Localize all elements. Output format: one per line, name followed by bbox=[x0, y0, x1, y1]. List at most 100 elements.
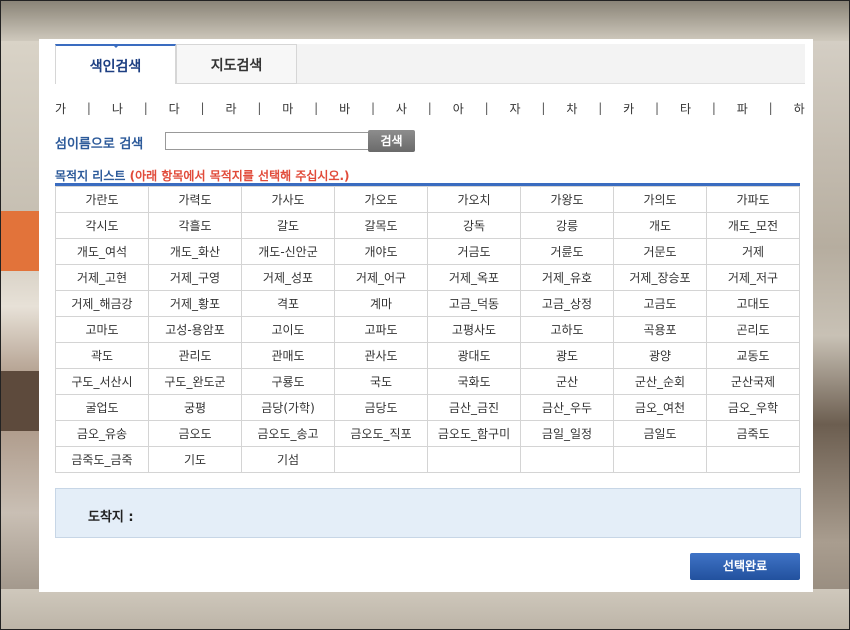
destination-item[interactable]: 금당(가학) bbox=[241, 394, 335, 421]
destination-item[interactable]: 개도_여석 bbox=[55, 238, 149, 265]
destination-item[interactable]: 국도 bbox=[334, 368, 428, 395]
destination-item[interactable]: 가사도 bbox=[241, 186, 335, 213]
destination-item[interactable]: 거금도 bbox=[427, 238, 521, 265]
index-letter[interactable]: 카 bbox=[623, 100, 634, 117]
destination-item[interactable]: 군산_순회 bbox=[613, 368, 707, 395]
destination-item[interactable]: 금오_유송 bbox=[55, 420, 149, 447]
destination-item[interactable]: 구도_완도군 bbox=[148, 368, 242, 395]
destination-item[interactable]: 거제_해금강 bbox=[55, 290, 149, 317]
destination-item[interactable]: 거제_장승포 bbox=[613, 264, 707, 291]
index-letter[interactable]: 하 bbox=[794, 100, 805, 117]
destination-item[interactable]: 고하도 bbox=[520, 316, 614, 343]
destination-item[interactable]: 고금_덕동 bbox=[427, 290, 521, 317]
destination-item[interactable]: 가력도 bbox=[148, 186, 242, 213]
destination-item[interactable]: 고마도 bbox=[55, 316, 149, 343]
destination-item[interactable]: 거제 bbox=[706, 238, 800, 265]
destination-item[interactable]: 거륜도 bbox=[520, 238, 614, 265]
destination-item[interactable]: 고대도 bbox=[706, 290, 800, 317]
destination-item[interactable]: 고이도 bbox=[241, 316, 335, 343]
destination-item[interactable]: 광도 bbox=[520, 342, 614, 369]
index-letter[interactable]: 가 bbox=[55, 100, 66, 117]
destination-item[interactable]: 금일_일정 bbox=[520, 420, 614, 447]
destination-item[interactable]: 격포 bbox=[241, 290, 335, 317]
destination-item[interactable]: 금오_여천 bbox=[613, 394, 707, 421]
destination-item[interactable]: 고파도 bbox=[334, 316, 428, 343]
destination-item[interactable]: 강릉 bbox=[520, 212, 614, 239]
index-letter[interactable]: 라 bbox=[225, 100, 236, 117]
destination-item[interactable]: 강독 bbox=[427, 212, 521, 239]
name-search-button[interactable]: 검색 bbox=[368, 130, 415, 152]
destination-item[interactable]: 곡용포 bbox=[613, 316, 707, 343]
destination-item[interactable]: 금산_우두 bbox=[520, 394, 614, 421]
destination-item[interactable]: 교동도 bbox=[706, 342, 800, 369]
destination-item[interactable]: 구룡도 bbox=[241, 368, 335, 395]
destination-item[interactable]: 금오도_직포 bbox=[334, 420, 428, 447]
destination-item[interactable]: 고금_상정 bbox=[520, 290, 614, 317]
destination-item[interactable]: 개도_화산 bbox=[148, 238, 242, 265]
destination-item[interactable]: 구도_서산시 bbox=[55, 368, 149, 395]
destination-item[interactable]: 굴업도 bbox=[55, 394, 149, 421]
destination-item[interactable]: 가란도 bbox=[55, 186, 149, 213]
destination-item[interactable]: 거제_어구 bbox=[334, 264, 428, 291]
destination-item[interactable]: 가왕도 bbox=[520, 186, 614, 213]
destination-item[interactable]: 거제_저구 bbox=[706, 264, 800, 291]
index-letter[interactable]: 아 bbox=[453, 100, 464, 117]
destination-item[interactable]: 금오도_함구미 bbox=[427, 420, 521, 447]
destination-item[interactable]: 가오도 bbox=[334, 186, 428, 213]
selection-complete-button[interactable]: 선택완료 bbox=[690, 553, 800, 580]
destination-item[interactable]: 거제_성포 bbox=[241, 264, 335, 291]
index-letter[interactable]: 자 bbox=[510, 100, 521, 117]
destination-item[interactable]: 군산국제 bbox=[706, 368, 800, 395]
destination-item[interactable]: 가파도 bbox=[706, 186, 800, 213]
destination-item[interactable]: 거제_구영 bbox=[148, 264, 242, 291]
destination-item[interactable]: 가의도 bbox=[613, 186, 707, 213]
index-letter[interactable]: 차 bbox=[566, 100, 577, 117]
destination-item[interactable]: 가오치 bbox=[427, 186, 521, 213]
index-letter[interactable]: 파 bbox=[737, 100, 748, 117]
destination-item[interactable]: 군산 bbox=[520, 368, 614, 395]
destination-item[interactable]: 궁평 bbox=[148, 394, 242, 421]
destination-item[interactable]: 관사도 bbox=[334, 342, 428, 369]
destination-item[interactable]: 고평사도 bbox=[427, 316, 521, 343]
destination-item[interactable]: 각흘도 bbox=[148, 212, 242, 239]
destination-item[interactable]: 관매도 bbox=[241, 342, 335, 369]
destination-item[interactable]: 거제_옥포 bbox=[427, 264, 521, 291]
destination-item[interactable]: 곽도 bbox=[55, 342, 149, 369]
destination-item[interactable]: 거문도 bbox=[613, 238, 707, 265]
destination-item[interactable]: 국화도 bbox=[427, 368, 521, 395]
destination-item[interactable]: 광양 bbox=[613, 342, 707, 369]
destination-item[interactable]: 거제_황포 bbox=[148, 290, 242, 317]
destination-item[interactable]: 개도_모전 bbox=[706, 212, 800, 239]
index-letter[interactable]: 타 bbox=[680, 100, 691, 117]
tab-index-search[interactable]: 색인검색 bbox=[55, 44, 176, 84]
index-letter[interactable]: 다 bbox=[169, 100, 180, 117]
index-letter[interactable]: 마 bbox=[282, 100, 293, 117]
index-letter[interactable]: 나 bbox=[112, 100, 123, 117]
destination-item[interactable]: 곤리도 bbox=[706, 316, 800, 343]
destination-item[interactable]: 거제_유호 bbox=[520, 264, 614, 291]
destination-item[interactable]: 개야도 bbox=[334, 238, 428, 265]
destination-item[interactable]: 고성-용암포 bbox=[148, 316, 242, 343]
destination-item[interactable]: 금산_금진 bbox=[427, 394, 521, 421]
index-letter[interactable]: 바 bbox=[339, 100, 350, 117]
destination-item[interactable]: 개도 bbox=[613, 212, 707, 239]
destination-item[interactable]: 금오_우학 bbox=[706, 394, 800, 421]
destination-item[interactable]: 금죽도 bbox=[706, 420, 800, 447]
destination-item[interactable]: 기섬 bbox=[241, 446, 335, 473]
tab-map-search[interactable]: 지도검색 bbox=[176, 44, 297, 84]
destination-item[interactable]: 기도 bbox=[148, 446, 242, 473]
destination-item[interactable]: 갈도 bbox=[241, 212, 335, 239]
destination-item[interactable]: 광대도 bbox=[427, 342, 521, 369]
destination-item[interactable]: 금죽도_금죽 bbox=[55, 446, 149, 473]
destination-item[interactable]: 개도-신안군 bbox=[241, 238, 335, 265]
destination-item[interactable]: 거제_고현 bbox=[55, 264, 149, 291]
destination-item[interactable]: 계마 bbox=[334, 290, 428, 317]
index-letter[interactable]: 사 bbox=[396, 100, 407, 117]
destination-item[interactable]: 갈목도 bbox=[334, 212, 428, 239]
destination-item[interactable]: 금오도 bbox=[148, 420, 242, 447]
destination-item[interactable]: 관리도 bbox=[148, 342, 242, 369]
destination-item[interactable]: 각시도 bbox=[55, 212, 149, 239]
destination-item[interactable]: 금일도 bbox=[613, 420, 707, 447]
name-search-input[interactable] bbox=[165, 132, 369, 150]
destination-item[interactable]: 금당도 bbox=[334, 394, 428, 421]
